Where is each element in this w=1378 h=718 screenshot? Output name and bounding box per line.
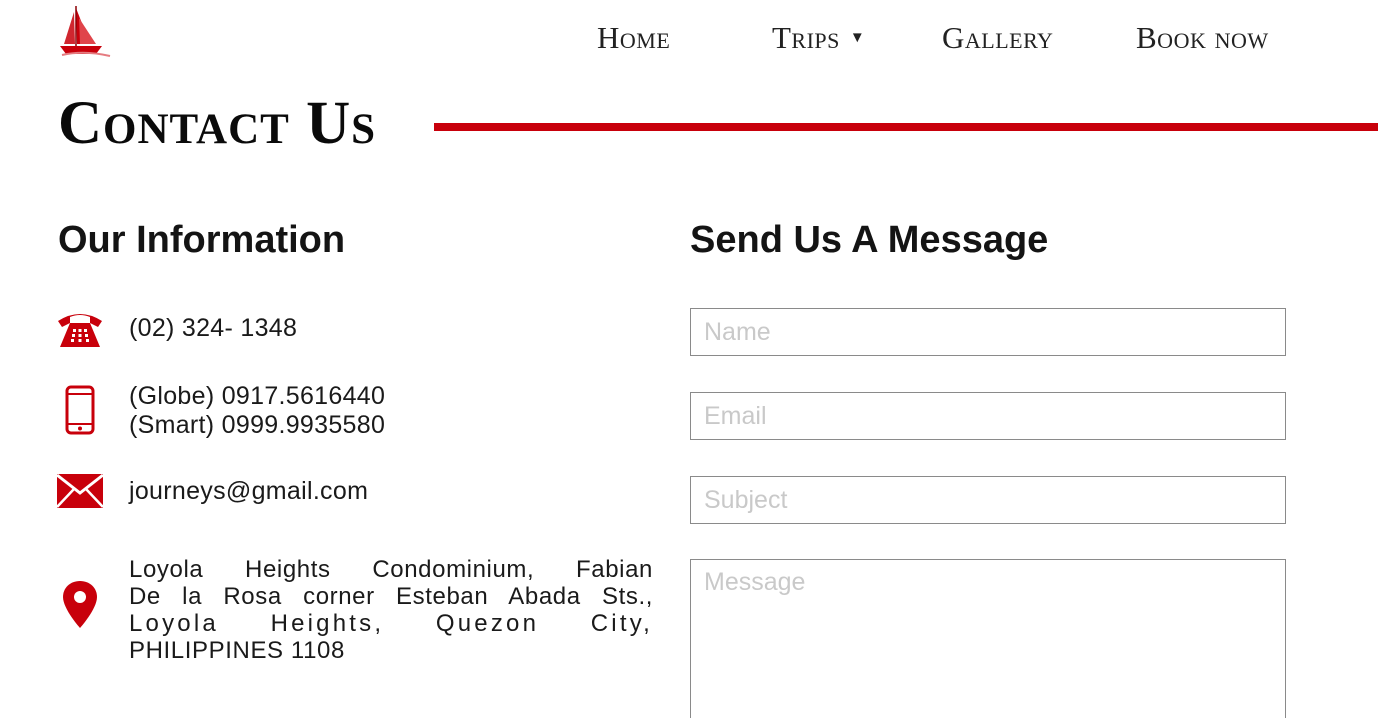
nav-trips-label: Trips <box>772 20 840 55</box>
subject-input[interactable] <box>690 476 1286 524</box>
title-divider <box>434 123 1378 131</box>
envelope-icon <box>56 473 104 508</box>
nav-home-link[interactable]: Home <box>597 18 670 58</box>
main-nav: Home Trips ▼ Gallery Book now <box>0 18 1378 58</box>
address-line: De la Rosa corner Esteban Abada Sts., <box>129 583 653 610</box>
address-line: PHILIPPINES 1108 <box>129 637 345 664</box>
dropdown-caret-icon[interactable]: ▼ <box>850 18 865 58</box>
email-input[interactable] <box>690 392 1286 440</box>
mobile-phone-icon <box>65 385 95 435</box>
message-textarea[interactable] <box>690 559 1286 718</box>
address: Loyola Heights Condominium, Fabian De la… <box>129 556 653 664</box>
message-form-heading: Send Us A Message <box>690 219 1049 261</box>
name-input[interactable] <box>690 308 1286 356</box>
telephone-icon <box>58 314 102 347</box>
nav-book-now-link[interactable]: Book now <box>1136 18 1269 58</box>
address-line: Loyola Heights Condominium, Fabian <box>129 556 653 583</box>
phone-number[interactable]: (02) 324- 1348 <box>129 314 297 342</box>
info-heading: Our Information <box>58 219 346 261</box>
address-line: Loyola Heights, Quezon City, <box>129 610 653 637</box>
nav-trips-link[interactable]: Trips ▼ <box>772 18 865 58</box>
mobile-smart-number[interactable]: (Smart) 0999.9935580 <box>129 411 385 439</box>
nav-gallery-link[interactable]: Gallery <box>942 18 1053 58</box>
email-address[interactable]: journeys@gmail.com <box>129 477 368 505</box>
mobile-globe-number[interactable]: (Globe) 0917.5616440 <box>129 382 385 410</box>
map-pin-icon <box>63 581 97 628</box>
page-title: Contact Us <box>58 90 377 157</box>
